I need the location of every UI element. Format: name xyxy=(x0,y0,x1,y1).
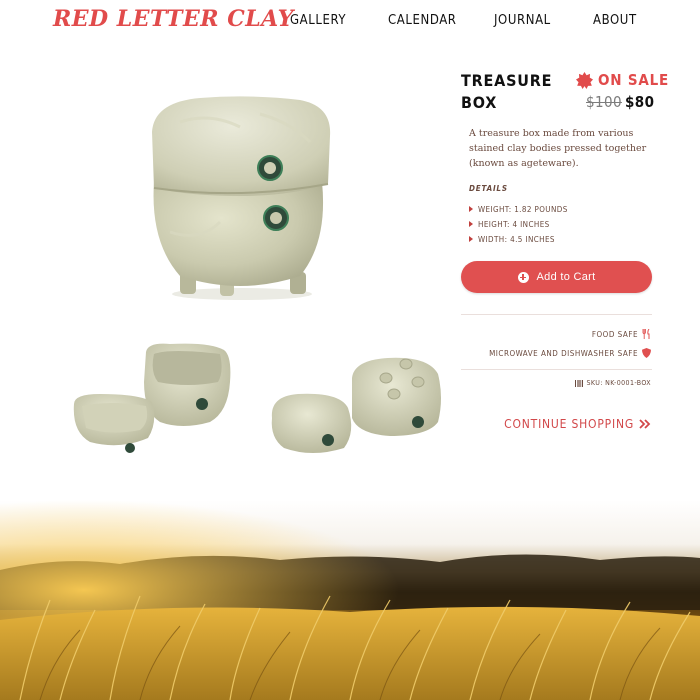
triangle-bullet-icon xyxy=(469,206,473,212)
feature-microwave-safe: MICROWAVE AND DISHWASHER SAFE xyxy=(489,348,651,358)
original-price: $100 xyxy=(586,93,622,111)
detail-weight: WEIGHT: 1.82 POUNDS xyxy=(469,202,568,217)
nav-calendar[interactable]: CALENDAR xyxy=(388,13,457,28)
triangle-bullet-icon xyxy=(469,236,473,242)
product-thumbnail-knobs[interactable] xyxy=(268,348,448,460)
fork-knife-icon xyxy=(642,329,650,339)
sale-price: $80 xyxy=(625,93,655,111)
product-title: TREASURE BOX xyxy=(461,71,553,112)
details-list: WEIGHT: 1.82 POUNDS HEIGHT: 4 INCHES WID… xyxy=(469,202,568,247)
shield-icon xyxy=(642,348,651,358)
site-logo[interactable]: RED LETTER CLAY xyxy=(53,6,294,32)
product-thumbnail-open[interactable] xyxy=(70,342,240,462)
detail-height: HEIGHT: 4 INCHES xyxy=(469,217,568,232)
product-main-image[interactable] xyxy=(140,92,340,302)
divider xyxy=(461,369,652,370)
double-chevron-right-icon xyxy=(639,419,651,429)
sale-badge: ON SALE xyxy=(576,71,669,89)
details-heading: DETAILS xyxy=(469,184,508,193)
nav-journal[interactable]: JOURNAL xyxy=(494,13,551,28)
nav-about[interactable]: ABOUT xyxy=(593,13,637,28)
nav-gallery[interactable]: GALLERY xyxy=(290,13,346,28)
barcode-icon xyxy=(575,379,584,387)
starburst-icon xyxy=(576,71,593,89)
feature-food-safe: FOOD SAFE xyxy=(592,329,651,339)
triangle-bullet-icon xyxy=(469,221,473,227)
add-to-cart-button[interactable]: Add to Cart xyxy=(461,261,652,293)
continue-shopping-link[interactable]: CONTINUE SHOPPING xyxy=(504,417,651,431)
add-to-cart-label: Add to Cart xyxy=(536,271,596,283)
plus-circle-icon xyxy=(517,271,529,283)
product-description: A treasure box made from various stained… xyxy=(469,128,647,169)
sku: SKU: NK-0001-BOX xyxy=(575,379,651,387)
sale-label: ON SALE xyxy=(598,71,670,89)
wheat-field-footer-image xyxy=(0,500,700,700)
detail-width: WIDTH: 4.5 INCHES xyxy=(469,232,568,247)
divider xyxy=(461,314,652,315)
